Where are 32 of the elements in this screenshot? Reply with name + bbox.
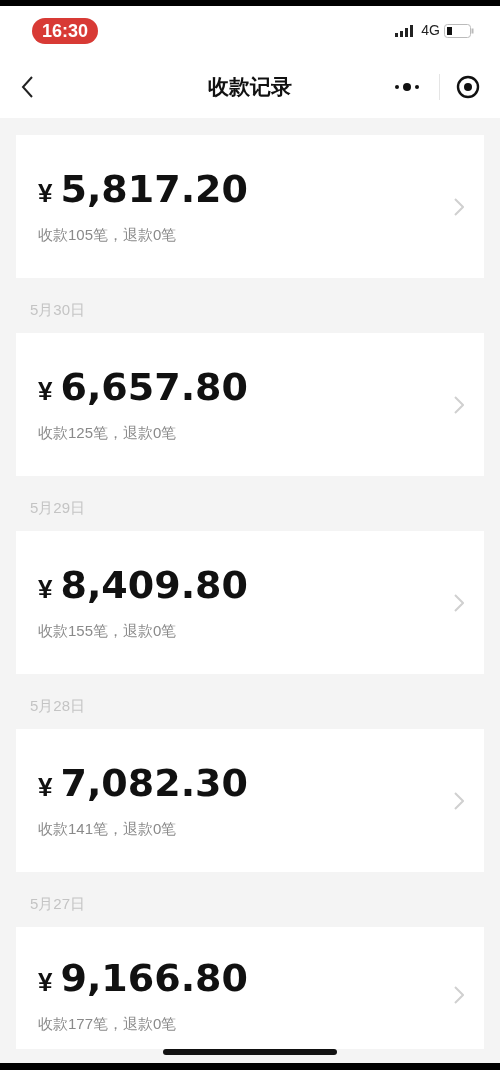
back-icon[interactable] — [20, 74, 34, 99]
currency-symbol: ¥ — [38, 177, 53, 211]
currency-symbol: ¥ — [38, 771, 53, 805]
network-label: 4G — [421, 21, 440, 40]
record-summary: 收款155笔，退款0笔 — [38, 621, 178, 642]
record-card[interactable]: ¥ 8,409.80 收款155笔，退款0笔 — [16, 531, 484, 674]
record-summary: 收款177笔，退款0笔 — [38, 1013, 178, 1034]
record-card[interactable]: ¥ 5,817.20 收款105笔，退款0笔 — [16, 135, 484, 278]
page-title: 收款记录 — [208, 73, 292, 100]
currency-symbol: ¥ — [38, 965, 53, 999]
chevron-icon — [454, 197, 464, 216]
chevron-icon — [454, 593, 464, 612]
record-card[interactable]: ¥ 7,082.30 收款141笔，退款0笔 — [16, 729, 484, 872]
amount: 7,082.30 — [60, 762, 248, 805]
more-icon[interactable] — [393, 81, 421, 92]
amount: 5,817.20 — [60, 168, 248, 211]
status-time: 16:30 — [32, 17, 99, 44]
record-summary: 收款105笔，退款0笔 — [38, 225, 178, 246]
battery-icon — [444, 23, 474, 38]
currency-symbol: ¥ — [38, 573, 53, 607]
chevron-icon — [454, 395, 464, 414]
record-summary: 收款125笔，退款0笔 — [38, 423, 178, 444]
currency-symbol: ¥ — [38, 375, 53, 409]
amount: 8,409.80 — [60, 564, 248, 607]
record-summary: 收款141笔，退款0笔 — [38, 819, 178, 840]
chevron-icon — [454, 986, 464, 1004]
amount: 6,657.80 — [60, 366, 248, 409]
record-card[interactable]: ¥ 6,657.80 收款125笔，退款0笔 — [16, 333, 484, 476]
record-card[interactable]: ¥ 9,166.80 收款177笔，退款0笔 — [16, 927, 484, 1049]
chevron-icon — [454, 791, 464, 810]
close-icon[interactable] — [456, 74, 480, 99]
amount: 9,166.80 — [60, 956, 248, 999]
